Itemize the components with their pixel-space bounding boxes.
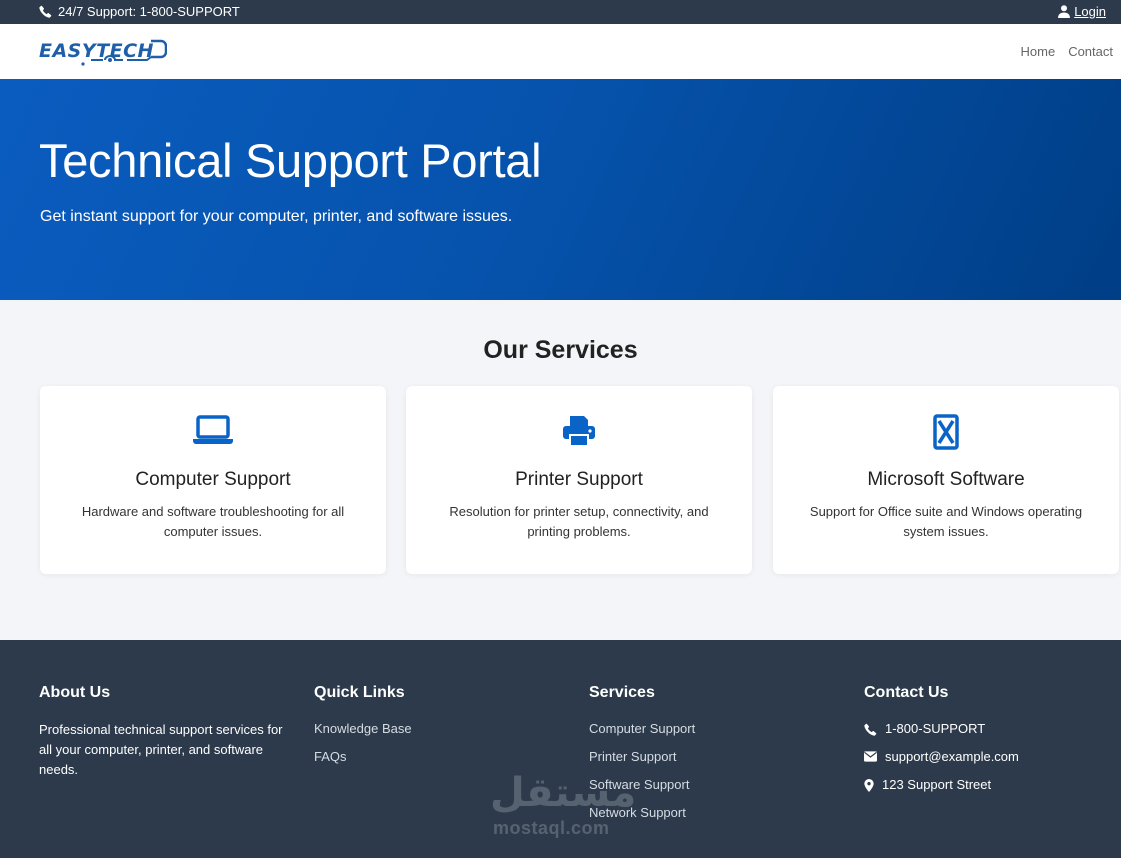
- service-card-title: Microsoft Software: [867, 469, 1025, 490]
- footer-contact: Contact Us 1-800-SUPPORT support@example…: [864, 684, 1019, 804]
- phone-icon: [864, 720, 877, 741]
- service-card-description: Hardware and software troubleshooting fo…: [81, 504, 345, 539]
- service-card-description: Resolution for printer setup, connectivi…: [449, 504, 709, 539]
- footer-email-text: support@example.com: [885, 749, 1019, 764]
- top-bar: 24/7 Support: 1-800-SUPPORT Login: [0, 0, 1121, 24]
- footer-contact-phone: 1-800-SUPPORT: [864, 720, 1019, 748]
- main-nav: Home Contact: [1021, 44, 1114, 59]
- footer-about-text: Professional technical support services …: [39, 722, 283, 777]
- footer-about-title: About Us: [39, 684, 111, 701]
- footer-link-computer-support[interactable]: Computer Support: [589, 720, 695, 748]
- watermark-latin-text: mostaql.com: [493, 818, 610, 838]
- service-card-microsoft[interactable]: Microsoft Software Support for Office su…: [773, 386, 1119, 574]
- support-info: 24/7 Support: 1-800-SUPPORT: [39, 4, 240, 19]
- footer-phone-text: 1-800-SUPPORT: [885, 721, 986, 736]
- laptop-icon: [40, 414, 386, 450]
- footer-services-title: Services: [589, 684, 655, 701]
- support-phone-text: 24/7 Support: 1-800-SUPPORT: [58, 4, 240, 19]
- service-card-title: Printer Support: [515, 469, 643, 490]
- footer-contact-title: Contact Us: [864, 684, 949, 701]
- hero-title: Technical Support Portal: [39, 134, 542, 187]
- easytech-logo[interactable]: EASYTECH: [39, 36, 168, 68]
- login-label: Login: [1074, 4, 1106, 19]
- printer-icon: [406, 414, 752, 450]
- nav-home-link[interactable]: Home: [1021, 44, 1056, 59]
- mostaql-watermark: مستقل mostaql.com: [490, 770, 637, 842]
- footer-link-knowledge-base[interactable]: Knowledge Base: [314, 720, 412, 748]
- main-navbar: EASYTECH Home Contact: [0, 24, 1121, 79]
- services-heading: Our Services: [483, 336, 638, 364]
- user-icon: [1058, 5, 1071, 18]
- envelope-icon: [864, 748, 877, 767]
- nav-contact-link[interactable]: Contact: [1068, 44, 1113, 59]
- map-pin-icon: [864, 776, 874, 797]
- service-card-computer[interactable]: Computer Support Hardware and software t…: [40, 386, 386, 574]
- watermark-arabic-text: مستقل: [490, 770, 637, 816]
- footer-link-faqs[interactable]: FAQs: [314, 748, 412, 776]
- hero-subtitle: Get instant support for your computer, p…: [40, 208, 513, 225]
- service-card-title: Computer Support: [135, 469, 291, 490]
- service-card-description: Support for Office suite and Windows ope…: [809, 504, 1083, 539]
- phone-icon: [39, 5, 52, 18]
- footer-quick-links-title: Quick Links: [314, 684, 405, 701]
- footer-contact-email: support@example.com: [864, 748, 1019, 776]
- svg-text:EASYTECH: EASYTECH: [39, 40, 154, 62]
- microsoft-icon: [773, 414, 1119, 450]
- footer-quick-links: Quick Links Knowledge Base FAQs: [314, 684, 412, 776]
- footer-contact-address: 123 Support Street: [864, 776, 1019, 804]
- footer-about: About Us Professional technical support …: [39, 684, 289, 780]
- footer-address-text: 123 Support Street: [882, 777, 992, 792]
- service-card-printer[interactable]: Printer Support Resolution for printer s…: [406, 386, 752, 574]
- login-link[interactable]: Login: [1058, 4, 1106, 19]
- hero-section: Technical Support Portal Get instant sup…: [0, 79, 1121, 300]
